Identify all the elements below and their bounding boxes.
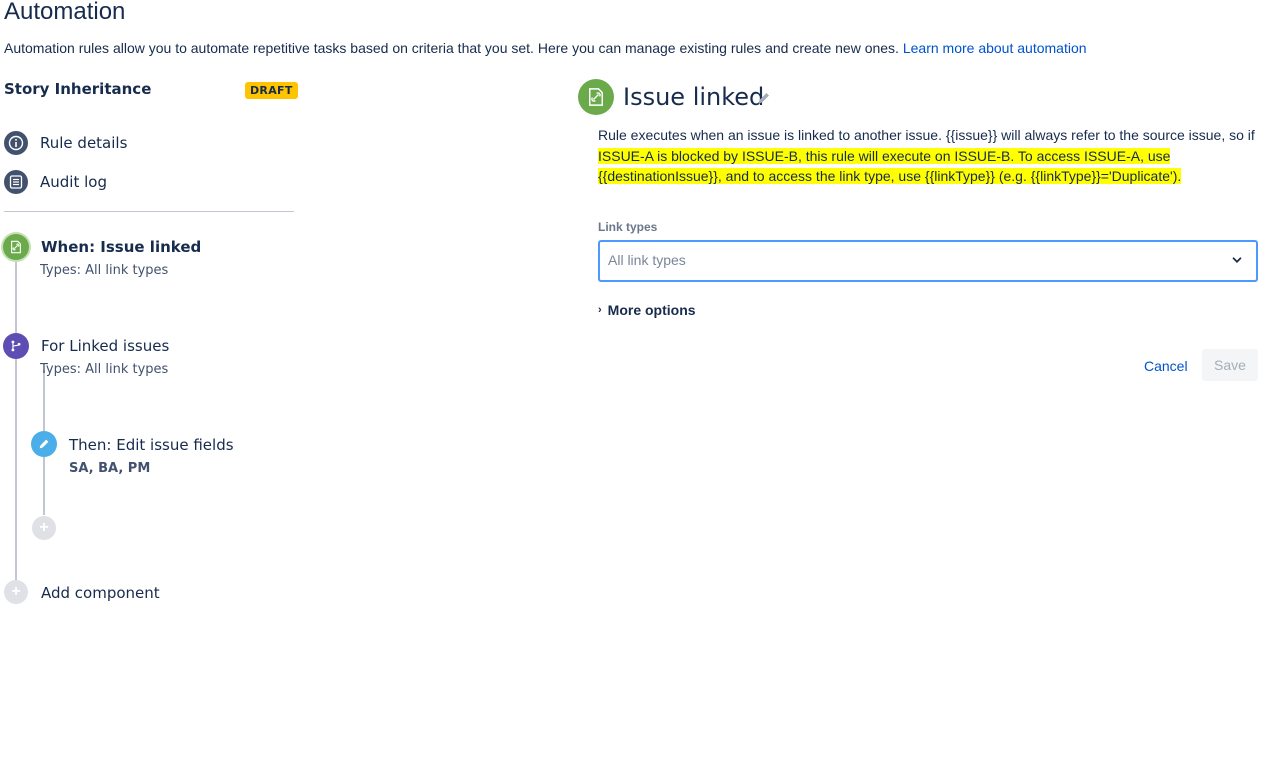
link-types-select[interactable]: All link types xyxy=(598,240,1258,282)
nav-audit-log[interactable]: Audit log xyxy=(4,169,107,195)
cancel-button[interactable]: Cancel xyxy=(1136,350,1196,382)
link-types-label: Link types xyxy=(598,220,658,234)
panel-description-highlight-1: ISSUE-A is blocked by ISSUE-B, this rule… xyxy=(598,147,1171,164)
page-description: Automation rules allow you to automate r… xyxy=(4,40,1087,56)
branch-icon xyxy=(3,333,29,359)
panel-description-plain: Rule executes when an issue is linked to… xyxy=(598,127,1255,143)
action-title: Then: Edit issue fields xyxy=(69,436,234,454)
nav-rule-details[interactable]: Rule details xyxy=(4,130,127,156)
more-options-label: More options xyxy=(607,302,696,318)
link-types-value: All link types xyxy=(608,252,686,268)
learn-more-link[interactable]: Learn more about automation xyxy=(903,40,1087,56)
info-icon xyxy=(4,131,28,155)
page-description-text: Automation rules allow you to automate r… xyxy=(4,40,899,56)
chevron-right-icon: › xyxy=(598,304,602,316)
trigger-subtitle: Types: All link types xyxy=(40,263,169,278)
panel-description: Rule executes when an issue is linked to… xyxy=(598,125,1266,187)
panel-description-highlight-2: {{destinationIssue}}, and to access the … xyxy=(598,168,1182,184)
action-subtitle: SA, BA, PM xyxy=(69,461,151,476)
plus-icon: + xyxy=(11,583,21,600)
issue-linked-icon xyxy=(3,234,29,260)
sidebar-divider xyxy=(4,211,294,212)
branch-title: For Linked issues xyxy=(41,337,170,355)
draft-status-badge: DRAFT xyxy=(245,82,298,99)
rule-name: Story Inheritance xyxy=(4,80,152,98)
edit-title-pencil-icon[interactable] xyxy=(756,90,772,106)
more-options-toggle[interactable]: › More options xyxy=(598,302,696,318)
add-component-plus-button[interactable]: + xyxy=(4,580,28,604)
nav-audit-log-label: Audit log xyxy=(40,173,107,191)
edit-pencil-icon xyxy=(31,431,57,457)
chevron-down-icon xyxy=(1230,253,1244,272)
page-title: Automation xyxy=(4,0,126,25)
save-button[interactable]: Save xyxy=(1202,349,1258,381)
issue-linked-panel-icon xyxy=(578,79,614,115)
branch-subtitle: Types: All link types xyxy=(40,362,169,377)
plus-icon: + xyxy=(39,519,49,536)
add-component-label: Add component xyxy=(41,584,160,602)
panel-title: Issue linked xyxy=(623,83,765,111)
trigger-title: When: Issue linked xyxy=(41,238,202,256)
add-branch-component-button[interactable]: + xyxy=(32,516,56,540)
list-icon xyxy=(4,170,28,194)
main-flow-line xyxy=(15,260,17,595)
nav-rule-details-label: Rule details xyxy=(40,134,128,152)
